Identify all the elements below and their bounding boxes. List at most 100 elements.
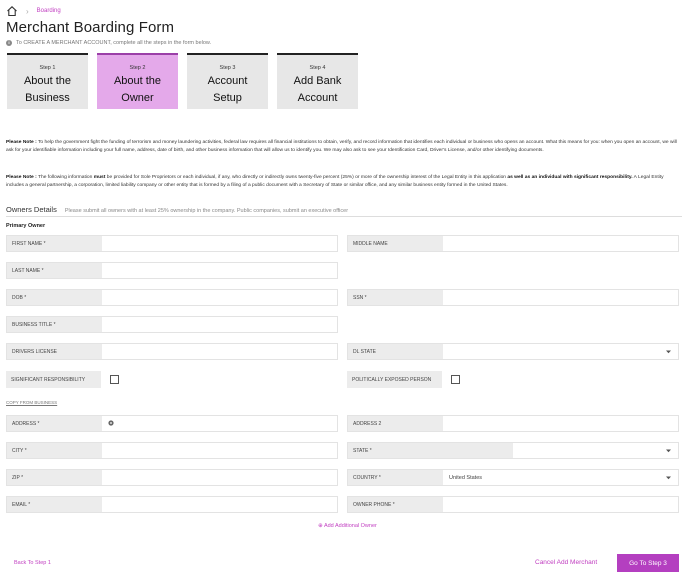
ownership-note: Please Note : The following information … [6, 174, 680, 189]
field-label: LAST NAME * [7, 263, 102, 278]
field-label: MIDDLE NAME [348, 236, 443, 251]
step-2-tab[interactable]: Step 2 About the Owner [97, 53, 178, 109]
step-name-line2: Account [297, 92, 338, 104]
note-text-b: be provided for Sole Proprietors or each… [105, 175, 508, 180]
middle-name-field[interactable]: MIDDLE NAME [347, 235, 679, 252]
field-label: CITY * [7, 443, 102, 458]
step-name-line2: Business [25, 92, 70, 104]
step-1-tab[interactable]: Step 1 About the Business [7, 53, 88, 109]
cancel-add-merchant-button[interactable]: Cancel Add Merchant [535, 559, 597, 566]
politically-exposed-checkbox[interactable] [451, 375, 460, 384]
zip-field[interactable]: ZIP * [6, 469, 338, 486]
politically-exposed-row: POLITICALLY EXPOSED PERSON [347, 371, 460, 388]
note-text-a: The following information [36, 175, 94, 180]
state-value[interactable] [443, 443, 678, 458]
home-icon[interactable] [6, 5, 18, 17]
note-bold: as well as an individual with significan… [507, 175, 633, 180]
chevron-right-icon: › [26, 6, 29, 16]
owner-phone-input[interactable] [443, 497, 678, 512]
field-label: DOB * [7, 290, 102, 305]
first-name-field[interactable]: FIRST NAME * [6, 235, 338, 252]
country-select[interactable]: COUNTRY * United States [347, 469, 679, 486]
field-label: ZIP * [7, 470, 102, 485]
step-name-line1: Account [207, 75, 248, 87]
page-subtitle: i To CREATE A MERCHANT ACCOUNT, complete… [6, 40, 211, 46]
step-name-line1: About the [23, 75, 72, 87]
divider [6, 216, 682, 217]
country-value[interactable]: United States [443, 470, 678, 485]
business-title-field[interactable]: BUSINESS TITLE * [6, 316, 338, 333]
city-field[interactable]: CITY * [6, 442, 338, 459]
step-4-tab[interactable]: Step 4 Add Bank Account [277, 53, 358, 109]
country-selected: United States [449, 474, 483, 481]
address-field[interactable]: ADDRESS * [6, 415, 338, 432]
field-label: COUNTRY * [348, 470, 443, 485]
step-name-line1: Add Bank [293, 75, 342, 87]
dob-input[interactable] [102, 290, 337, 305]
add-additional-owner-link[interactable]: ⊕ Add Additional Owner [0, 523, 695, 529]
significant-responsibility-row: SIGNIFICANT RESPONSIBILITY [6, 371, 119, 388]
note-prefix: Please Note : [6, 175, 37, 180]
state-select[interactable]: STATE * [347, 442, 679, 459]
address2-input[interactable] [443, 416, 678, 431]
field-label: EMAIL * [7, 497, 102, 512]
note-must: must [93, 175, 106, 180]
breadcrumb-boarding[interactable]: Boarding [37, 8, 61, 14]
owners-title: Owners Details [6, 205, 57, 214]
note-prefix: Please Note : [6, 140, 37, 145]
owner-phone-field[interactable]: OWNER PHONE * [347, 496, 679, 513]
go-to-step-3-button[interactable]: Go To Step 3 [617, 554, 679, 572]
field-label: SIGNIFICANT RESPONSIBILITY [6, 371, 101, 388]
subtitle-text: To CREATE A MERCHANT ACCOUNT, complete a… [16, 40, 212, 46]
ssn-input[interactable] [443, 290, 678, 305]
email-input[interactable] [102, 497, 337, 512]
field-label: BUSINESS TITLE * [7, 317, 102, 332]
first-name-input[interactable] [102, 236, 337, 251]
significant-responsibility-checkbox[interactable] [110, 375, 119, 384]
last-name-input[interactable] [102, 263, 337, 278]
step-number: Step 2 [129, 65, 146, 71]
field-label: ADDRESS * [7, 416, 102, 431]
copy-from-business-link[interactable]: COPY FROM BUSINESS [6, 400, 57, 405]
zip-input[interactable] [102, 470, 337, 485]
step-number: Step 4 [309, 65, 326, 71]
field-label: STATE * [348, 443, 443, 458]
drivers-license-field[interactable]: DRIVERS LICENSE [6, 343, 338, 360]
kyc-note: Please Note : To help the government fig… [6, 139, 680, 154]
step-tabs: Step 1 About the Business Step 2 About t… [7, 53, 358, 109]
step-number: Step 1 [39, 65, 56, 71]
ssn-field[interactable]: SSN * [347, 289, 679, 306]
owners-description: Please submit all owners with at least 2… [64, 208, 349, 214]
info-icon: i [6, 40, 12, 46]
chevron-down-icon [666, 449, 671, 453]
primary-owner-label: Primary Owner [6, 223, 46, 229]
step-name-line2: Owner [121, 92, 154, 104]
page-title: Merchant Boarding Form [6, 19, 175, 36]
note-text: To help the government fight the funding… [6, 140, 677, 153]
business-title-input[interactable] [102, 317, 337, 332]
owners-header: Owners Details Please submit all owners … [6, 205, 348, 214]
city-input[interactable] [102, 443, 337, 458]
breadcrumb: › Boarding [6, 4, 61, 18]
back-to-step-1-link[interactable]: Back To Step 1 [14, 560, 51, 566]
field-label: SSN * [348, 290, 443, 305]
dl-state-value[interactable] [443, 344, 678, 359]
drivers-license-input[interactable] [102, 344, 337, 359]
dob-field[interactable]: DOB * [6, 289, 338, 306]
step-name-line2: Setup [213, 92, 242, 104]
address2-field[interactable]: ADDRESS 2 [347, 415, 679, 432]
field-label: FIRST NAME * [7, 236, 102, 251]
field-label: OWNER PHONE * [348, 497, 443, 512]
last-name-field[interactable]: LAST NAME * [6, 262, 338, 279]
middle-name-input[interactable] [443, 236, 678, 251]
field-label: POLITICALLY EXPOSED PERSON [347, 371, 442, 388]
step-name-line1: About the [113, 75, 162, 87]
step-number: Step 3 [219, 65, 236, 71]
dl-state-select[interactable]: DL STATE [347, 343, 679, 360]
address-input[interactable] [102, 416, 337, 431]
location-pin-icon [108, 420, 114, 426]
state-prefix-area [443, 443, 513, 458]
step-3-tab[interactable]: Step 3 Account Setup [187, 53, 268, 109]
email-field[interactable]: EMAIL * [6, 496, 338, 513]
field-label: DRIVERS LICENSE [7, 344, 102, 359]
